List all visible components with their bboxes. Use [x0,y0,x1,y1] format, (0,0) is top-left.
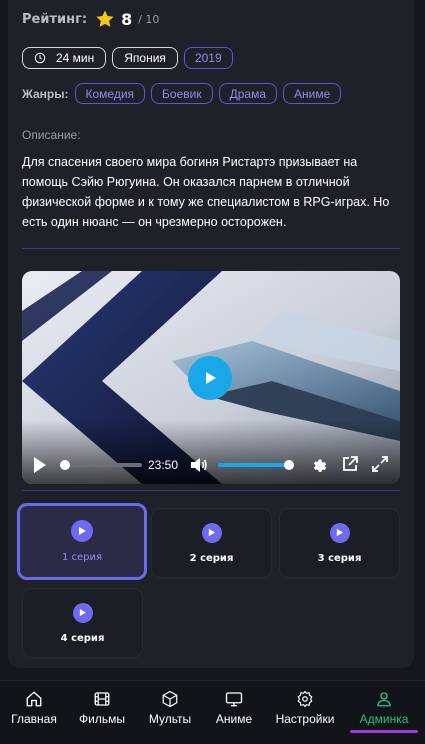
time-remaining: 23:50 [148,458,179,472]
genre-chip[interactable]: Боевик [151,83,213,104]
home-icon [26,691,42,707]
nav-item-admin[interactable]: Админка [349,690,419,726]
gear-icon [297,690,313,708]
fullscreen-icon[interactable] [372,456,388,472]
settings-icon[interactable] [310,456,327,473]
user-icon [377,692,391,707]
nav-item-home[interactable]: Главная [0,690,69,726]
nav-label: Фильмы [79,712,125,726]
cube-icon [162,690,178,708]
nav-label: Главная [11,712,57,726]
episode-card-4[interactable]: 4 серия [22,588,143,658]
active-nav-indicator [350,730,418,733]
play-circle-icon [71,520,93,542]
duration-text: 24 мин [56,51,95,65]
star-icon [96,10,114,27]
volume-bar[interactable] [218,463,290,467]
big-play-button[interactable] [188,356,232,400]
genres-row: Жанры: Комедия Боевик Драма Аниме [22,83,347,104]
rating: Рейтинг: 8 / 10 [22,9,159,29]
nav-label: Мульты [148,712,192,726]
episode-label: 3 серия [317,552,362,564]
duration-chip: 24 мин [22,47,107,69]
description-label: Описание: [22,128,81,142]
external-link-icon[interactable] [342,456,358,472]
rating-max: / 10 [138,12,160,26]
episode-card-1[interactable]: 1 серия [17,503,147,580]
monitor-icon [225,692,243,707]
nav-label: Аниме [215,712,253,726]
nav-item-films[interactable]: Фильмы [67,690,137,726]
play-icon [206,372,216,384]
clock-icon [34,52,46,64]
nav-item-cartoons[interactable]: Мульты [135,690,205,726]
meta-chips: 24 мин Япония 2019 [22,47,233,69]
play-circle-icon [72,602,93,623]
episode-card-3[interactable]: 3 серия [279,508,400,578]
genre-chip[interactable]: Аниме [283,83,342,104]
divider [22,490,400,491]
rating-value: 8 [121,9,133,29]
year-chip[interactable]: 2019 [183,47,233,69]
seek-knob[interactable] [60,460,70,470]
episode-label: 2 серия [189,552,234,564]
play-icon[interactable] [32,456,48,474]
description-text: Для спасения своего мира богиня Ристартэ… [22,155,390,229]
episode-label: 1 серия [61,552,103,563]
divider [22,248,400,249]
play-circle-icon [201,522,222,543]
seek-bar[interactable] [64,463,142,467]
country-chip[interactable]: Япония [112,47,178,69]
play-circle-icon [329,522,350,543]
volume-knob[interactable] [284,460,294,470]
volume-icon[interactable] [190,457,208,473]
nav-label: Настройки [275,712,335,726]
rating-label: Рейтинг: [22,11,88,27]
genres-label: Жанры: [22,86,69,101]
player-controls: 23:50 [22,452,400,478]
nav-item-anime[interactable]: Аниме [199,690,269,726]
genre-chip[interactable]: Комедия [74,83,146,104]
nav-item-settings[interactable]: Настройки [270,690,340,726]
nav-label: Админка [359,712,409,726]
film-icon [94,692,110,706]
bottom-nav: Главная Фильмы Мульты Аниме Настройки Ад… [0,680,425,744]
episode-card-2[interactable]: 2 серия [151,508,272,578]
genre-chip[interactable]: Драма [218,83,277,104]
episode-label: 4 серия [60,632,105,644]
